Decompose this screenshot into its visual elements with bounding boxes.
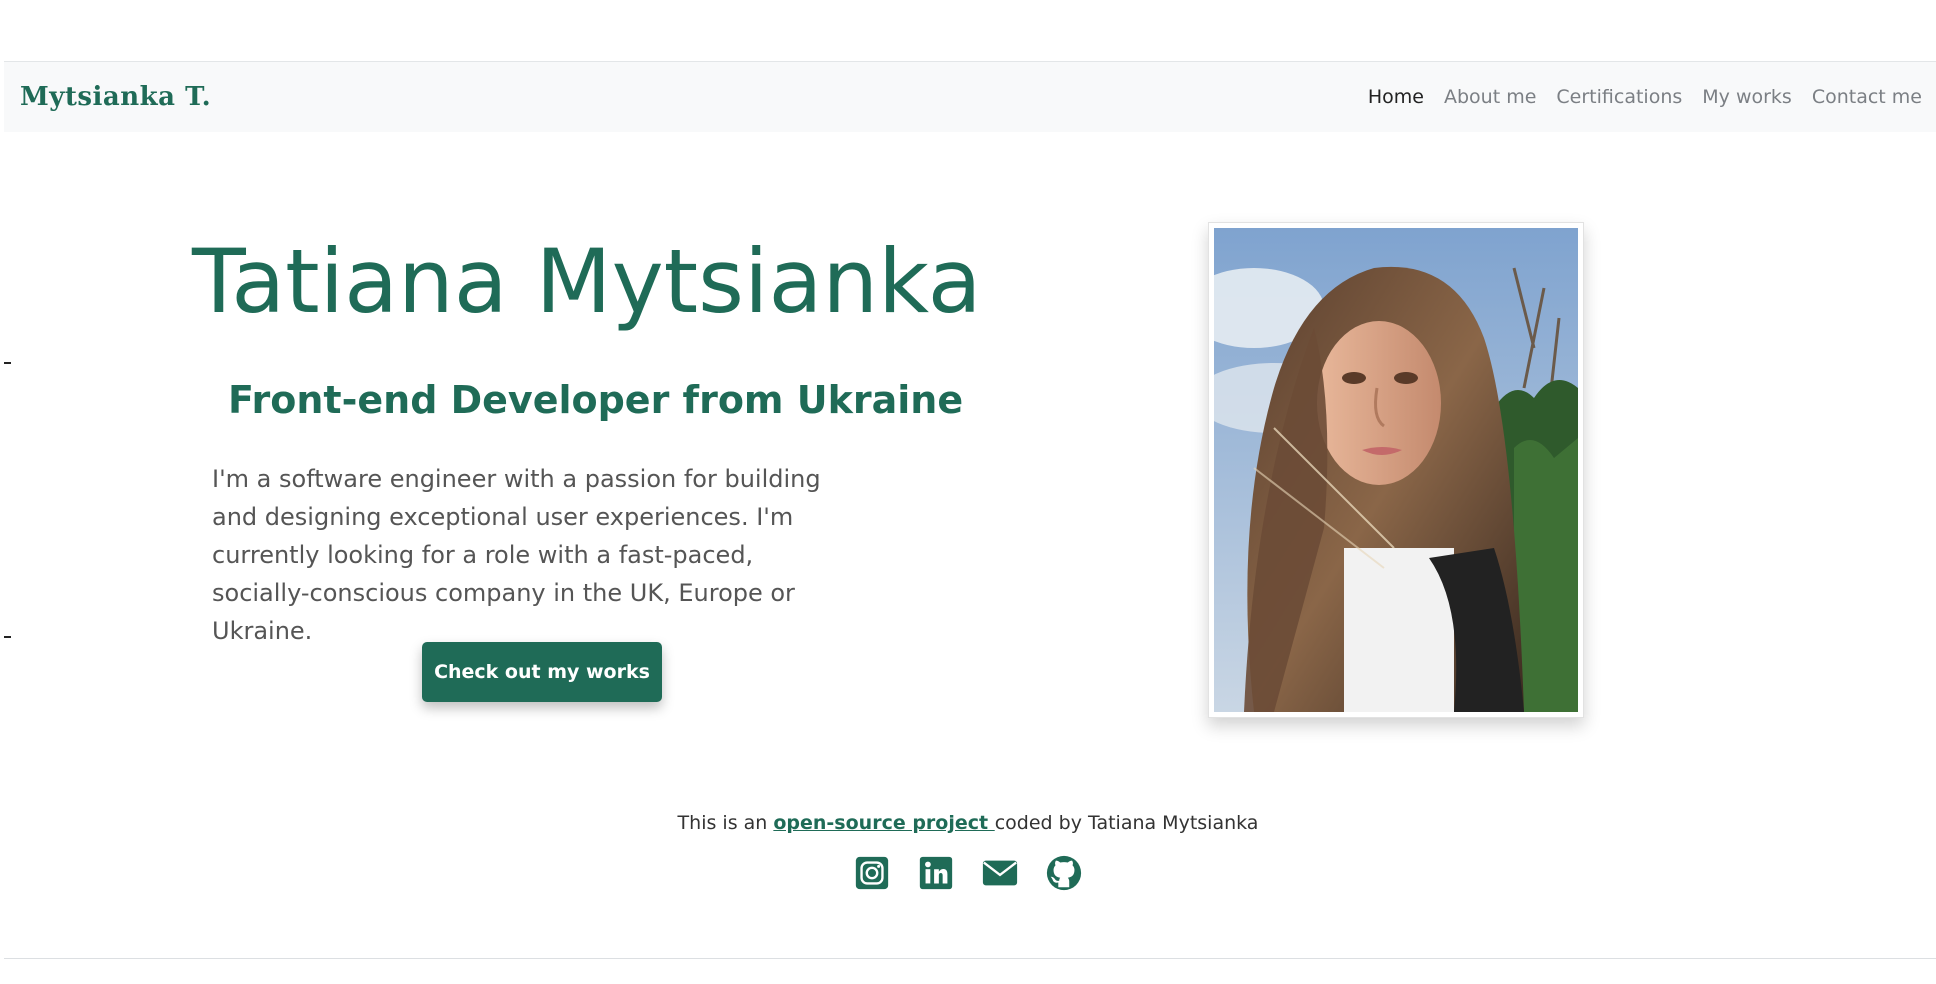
hero-description: I'm a software engineer with a passion f…: [212, 465, 821, 645]
nav-about[interactable]: About me: [1444, 86, 1536, 108]
check-works-button[interactable]: Check out my works: [422, 642, 662, 702]
nav-home[interactable]: Home: [1368, 86, 1424, 108]
open-source-link[interactable]: open-source project: [773, 812, 994, 834]
nav-contact[interactable]: Contact me: [1812, 86, 1922, 108]
edge-mark: [4, 362, 11, 364]
brand-logo[interactable]: Mytsianka T.: [20, 82, 211, 112]
footer-suffix: coded by Tatiana Mytsianka: [994, 812, 1259, 834]
nav-certifications[interactable]: Certifications: [1556, 86, 1682, 108]
portrait-image: [1214, 228, 1578, 712]
linkedin-icon[interactable]: [917, 854, 955, 892]
github-icon[interactable]: [1045, 854, 1083, 892]
hero-title: Tatiana Mytsianka: [192, 230, 982, 333]
nav-links: Home About me Certifications My works Co…: [1348, 86, 1922, 108]
footer-prefix: This is an: [677, 812, 774, 834]
bottom-divider: [4, 958, 1936, 959]
nav-works[interactable]: My works: [1702, 86, 1792, 108]
instagram-icon[interactable]: [853, 854, 891, 892]
navbar: Mytsianka T. Home About me Certification…: [4, 62, 1936, 132]
social-links: [0, 854, 1936, 892]
profile-photo: [1208, 222, 1584, 718]
hero-subtitle: Front-end Developer from Ukraine: [228, 378, 964, 422]
footer-credit: This is an open-source project coded by …: [0, 812, 1936, 834]
edge-mark: [4, 636, 11, 638]
mail-icon[interactable]: [981, 854, 1019, 892]
